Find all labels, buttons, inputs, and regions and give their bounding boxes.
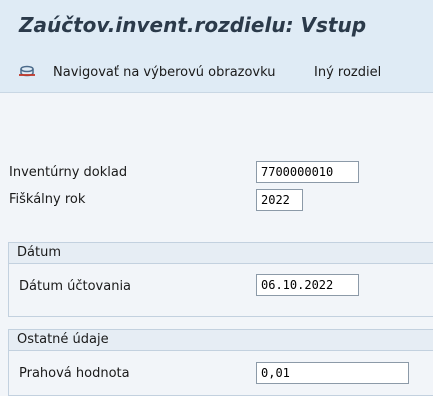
- date-group-title: Dátum: [9, 243, 433, 264]
- toolbar: Navigovať na výberovú obrazovku Iný rozd…: [0, 52, 433, 93]
- navigate-to-selection-button[interactable]: Navigovať na výberovú obrazovku: [53, 63, 276, 83]
- inventory-document-field[interactable]: [256, 161, 359, 183]
- inventory-document-label: Inventúrny doklad: [9, 165, 128, 180]
- main-content: Inventúrny doklad Fiškálny rok Dátum Dát…: [0, 93, 433, 396]
- posting-date-label: Dátum účtovania: [19, 279, 132, 294]
- title-bar: Zaúčtov.invent.rozdielu: Vstup: [0, 0, 433, 44]
- database-icon[interactable]: [18, 65, 36, 79]
- threshold-field[interactable]: [256, 362, 409, 384]
- fiscal-year-field[interactable]: [256, 189, 303, 211]
- other-data-group-title: Ostatné údaje: [9, 330, 433, 351]
- other-difference-button[interactable]: Iný rozdiel: [314, 63, 381, 83]
- posting-date-field[interactable]: [256, 274, 359, 296]
- page-title: Zaúčtov.invent.rozdielu: Vstup: [19, 13, 367, 37]
- threshold-label: Prahová hodnota: [19, 366, 130, 381]
- fiscal-year-label: Fiškálny rok: [9, 192, 86, 207]
